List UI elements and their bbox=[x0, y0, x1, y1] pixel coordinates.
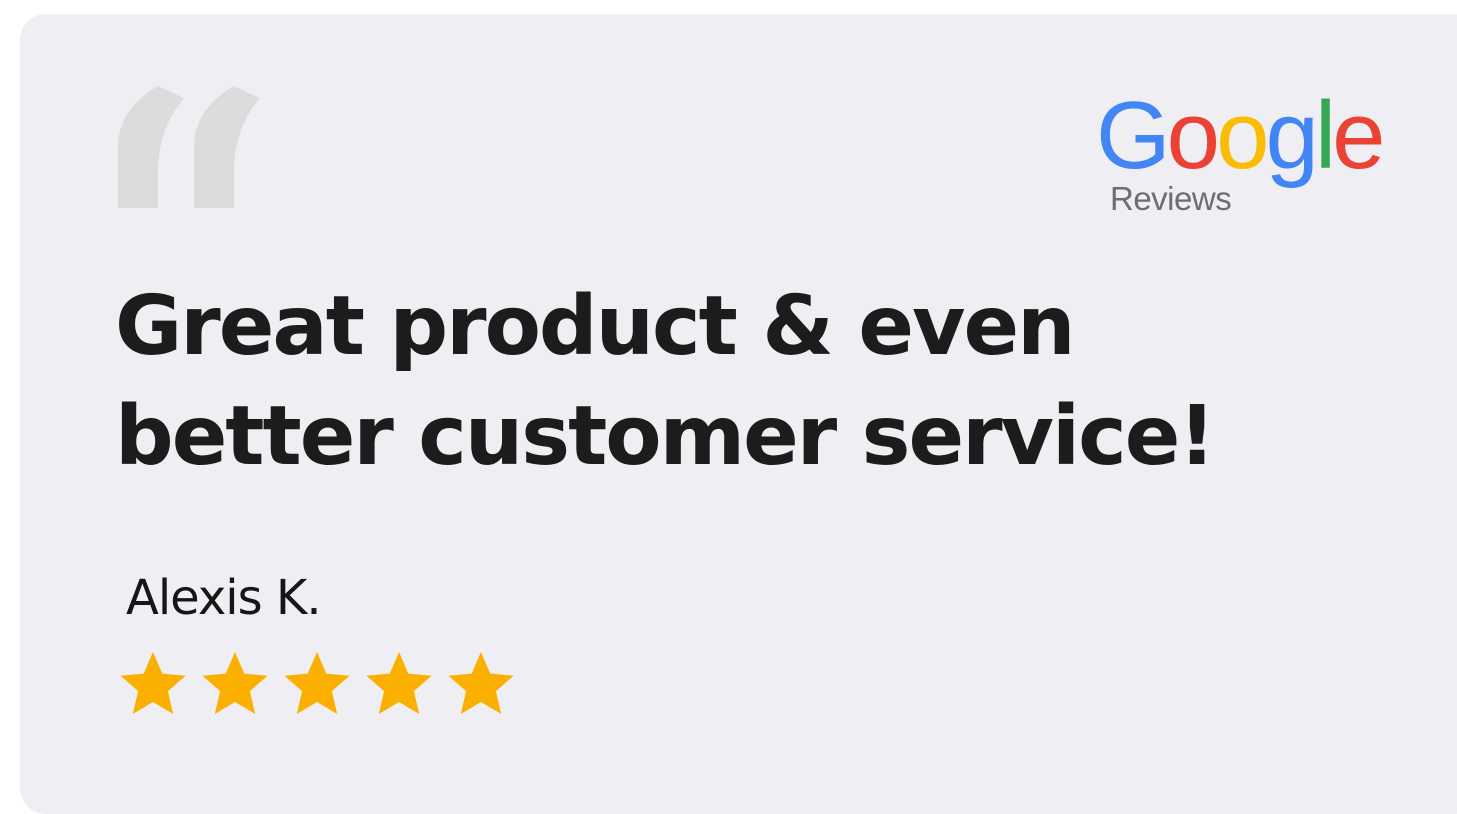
star-icon bbox=[202, 652, 268, 714]
star-icon bbox=[366, 652, 432, 714]
google-logo-letter: G bbox=[1096, 82, 1171, 189]
review-headline-line-2: better customer service! bbox=[115, 389, 1216, 484]
review-headline: Great product & even better customer ser… bbox=[115, 272, 1295, 492]
google-logo-letter: g bbox=[1265, 82, 1318, 189]
google-logo-letter: o bbox=[1216, 82, 1269, 189]
star-rating bbox=[118, 650, 516, 718]
quote-mark-icon bbox=[118, 86, 260, 208]
reviewer-name: Alexis K. bbox=[126, 570, 322, 626]
google-logo-letter: o bbox=[1166, 82, 1220, 189]
google-logo-wordmark: Google bbox=[1096, 82, 1386, 189]
star-icon bbox=[448, 652, 514, 714]
google-logo-letter: l bbox=[1314, 82, 1336, 189]
google-reviews-logo: Google Reviews bbox=[1096, 88, 1396, 238]
review-headline-line-1: Great product & even bbox=[115, 279, 1075, 374]
google-logo-subtitle: Reviews bbox=[1110, 180, 1232, 217]
star-icon bbox=[284, 652, 350, 714]
star-icon bbox=[120, 652, 186, 714]
review-card: Google Reviews Great product & even bett… bbox=[20, 14, 1457, 814]
google-logo-letter: e bbox=[1332, 82, 1385, 189]
